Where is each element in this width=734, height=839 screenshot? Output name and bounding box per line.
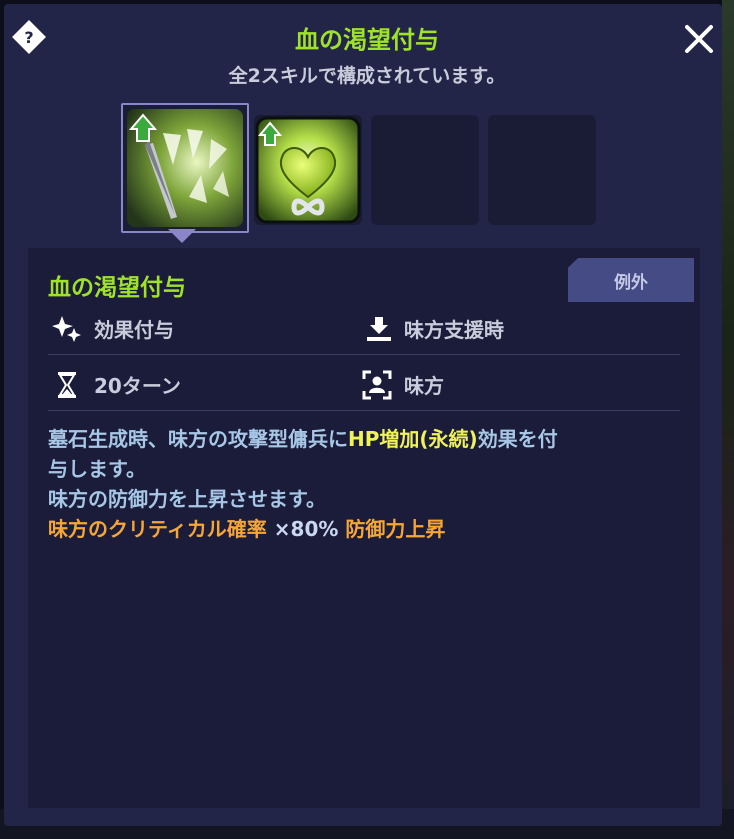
target-label: 味方 bbox=[404, 374, 444, 398]
background-edge bbox=[722, 0, 734, 839]
green-heart-infinity-icon bbox=[255, 116, 361, 224]
row-divider bbox=[48, 354, 680, 355]
desc-line-2: 与します。 bbox=[48, 457, 146, 481]
skill-slot-2[interactable] bbox=[254, 115, 362, 225]
desc-line-1: 墓石生成時、味方の攻撃型傭兵にHP増加(永続)効果を付 bbox=[48, 424, 688, 454]
selected-slot-pointer bbox=[168, 229, 196, 243]
skill-name: 血の渇望付与 bbox=[48, 275, 186, 301]
desc-highlight: HP増加(永続) bbox=[348, 427, 478, 451]
skill-slot-3-empty bbox=[371, 115, 479, 225]
duration-label: 20ターン bbox=[94, 374, 181, 398]
desc-line-4: 味方のクリティカル確率 ×80% 防御力上昇 bbox=[48, 514, 688, 544]
desc-value: ×80% bbox=[266, 517, 346, 541]
desc-highlight: 防御力上昇 bbox=[345, 517, 446, 541]
desc-text: 効果を付 bbox=[477, 427, 558, 451]
desc-line-3: 味方の防御力を上昇させます。 bbox=[48, 487, 326, 511]
skill-slot-4-empty bbox=[488, 115, 596, 225]
effect-type-label: 効果付与 bbox=[94, 318, 174, 342]
skill-tag-badge: 例外 bbox=[568, 258, 694, 302]
desc-highlight: 味方のクリティカル確率 bbox=[48, 517, 267, 541]
dialog-subtitle: 全2スキルで構成されています。 bbox=[228, 65, 506, 87]
skill-description: 墓石生成時、味方の攻撃型傭兵にHP増加(永続)効果を付 与します。 味方の防御力… bbox=[48, 424, 688, 544]
hourglass-icon bbox=[58, 372, 76, 398]
skill-slot-1[interactable] bbox=[121, 103, 249, 233]
close-x-icon[interactable] bbox=[680, 20, 718, 58]
trigger-label: 味方支援時 bbox=[404, 318, 504, 342]
target-person-icon bbox=[362, 370, 392, 400]
download-tray-icon bbox=[367, 317, 391, 341]
sparkle-effect-icon bbox=[52, 316, 81, 342]
fangs-blade-icon bbox=[127, 109, 243, 227]
row-divider bbox=[48, 410, 680, 411]
dialog-title: 血の渇望付与 bbox=[295, 26, 439, 54]
desc-text: 墓石生成時、味方の攻撃型傭兵に bbox=[48, 427, 348, 451]
